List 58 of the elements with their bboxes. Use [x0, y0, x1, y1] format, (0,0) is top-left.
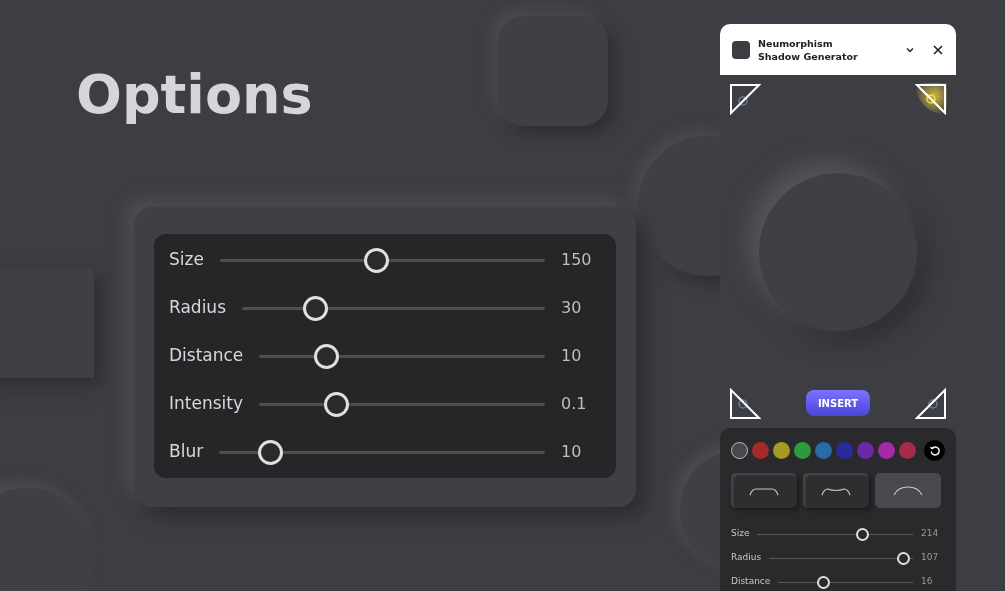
slider-label: Radius	[731, 551, 762, 565]
slider-value: 10	[561, 441, 583, 463]
slider-track[interactable]	[757, 527, 913, 541]
close-icon[interactable]	[932, 43, 944, 56]
slider-thumb[interactable]	[324, 391, 350, 417]
light-corner-button[interactable]	[915, 388, 947, 420]
slider-thumb[interactable]	[817, 575, 831, 589]
color-swatch[interactable]	[731, 442, 748, 459]
reset-icon	[928, 444, 941, 457]
slider-label: Radius	[169, 296, 226, 320]
triangle-icon	[915, 388, 947, 420]
slider-label: Distance	[169, 344, 244, 368]
slider-label: Blur	[169, 440, 204, 464]
light-corner-button[interactable]	[729, 83, 761, 115]
slider-value: 30	[561, 297, 583, 319]
slider-track[interactable]	[242, 295, 545, 321]
color-swatch[interactable]	[752, 442, 769, 459]
slider-value: 214	[921, 527, 940, 541]
slider-track[interactable]	[219, 247, 545, 273]
slider-thumb[interactable]	[363, 247, 389, 273]
color-swatch[interactable]	[899, 442, 916, 459]
slider-thumb[interactable]	[897, 551, 911, 565]
slider-thumb[interactable]	[314, 343, 340, 369]
slider-label: Intensity	[169, 392, 243, 416]
page-title: Options	[76, 68, 314, 122]
slider-track[interactable]	[769, 551, 913, 565]
color-swatch[interactable]	[773, 442, 790, 459]
slider-track[interactable]	[219, 439, 545, 465]
slider-value: 107	[921, 551, 940, 565]
triangle-icon	[729, 388, 761, 420]
slider-label: Distance	[731, 575, 771, 589]
curve-icon	[892, 484, 924, 497]
color-swatch[interactable]	[794, 442, 811, 459]
shape-button[interactable]	[803, 473, 869, 508]
slider-value: 150	[561, 249, 593, 271]
triangle-icon	[915, 83, 947, 115]
slider-thumb[interactable]	[855, 527, 869, 541]
color-swatch[interactable]	[878, 442, 895, 459]
slider-value: 16	[921, 575, 934, 589]
light-corner-button[interactable]	[729, 388, 761, 420]
window-title: Neumorphism Shadow Generator	[758, 36, 859, 63]
triangle-icon	[729, 83, 761, 115]
insert-button[interactable]: INSERT	[805, 390, 871, 416]
reset-button[interactable]	[924, 440, 945, 461]
slider-track[interactable]	[259, 343, 545, 369]
slider-value: 10	[561, 345, 583, 367]
shape-button[interactable]	[731, 473, 797, 508]
slider-thumb[interactable]	[303, 295, 329, 321]
slider-label: Size	[169, 248, 204, 272]
slider-track[interactable]	[778, 575, 913, 589]
color-swatch[interactable]	[857, 442, 874, 459]
slider-value: 0.1	[561, 393, 588, 415]
color-swatch[interactable]	[815, 442, 832, 459]
slider-thumb[interactable]	[258, 439, 284, 465]
slider-track[interactable]	[259, 391, 545, 417]
app-icon	[732, 40, 750, 59]
slider-label: Size	[731, 527, 750, 541]
color-swatch[interactable]	[836, 442, 853, 459]
